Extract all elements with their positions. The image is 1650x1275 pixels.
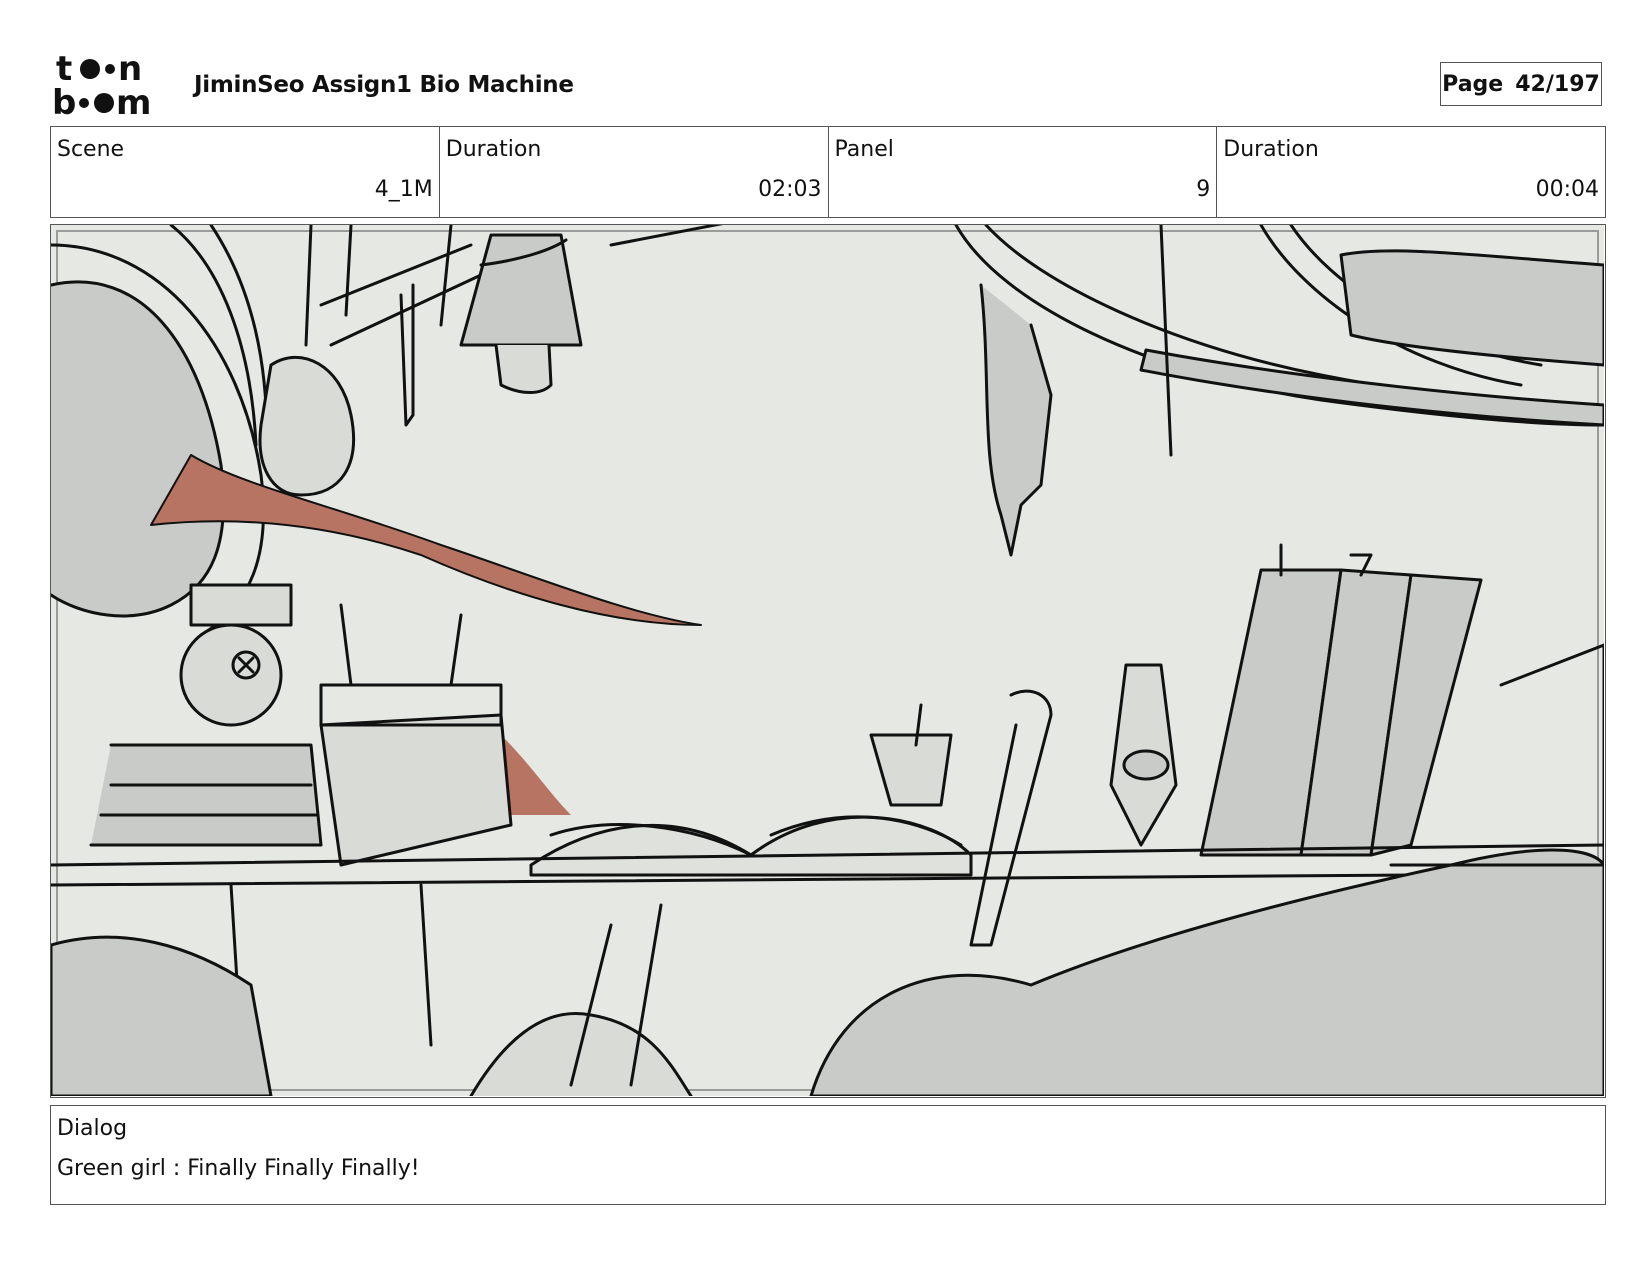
panel-value: 9	[1196, 177, 1211, 202]
storyboard-panel	[50, 224, 1606, 1098]
panel-duration-cell: Duration 00:04	[1217, 127, 1605, 217]
storyboard-sketch-image	[51, 225, 1604, 1096]
panel-cell: Panel 9	[829, 127, 1218, 217]
page-number: 42/197	[1515, 71, 1600, 97]
scene-info-row: Scene 4_1M Duration 02:03 Panel 9 Durati…	[50, 126, 1606, 218]
scene-cell: Scene 4_1M	[51, 127, 440, 217]
dialog-text: Green girl : Finally Finally Finally!	[57, 1156, 420, 1181]
svg-text:m: m	[116, 83, 151, 118]
scene-value: 4_1M	[374, 177, 433, 202]
scene-label: Scene	[57, 137, 125, 162]
dialog-box: Dialog Green girl : Finally Finally Fina…	[50, 1105, 1606, 1205]
scene-duration-label: Duration	[445, 137, 542, 162]
project-title: JiminSeo Assign1 Bio Machine	[194, 72, 574, 98]
panel-duration-label: Duration	[1223, 137, 1319, 162]
page-label: Page	[1442, 71, 1504, 97]
toonboom-logo-icon: t n b m	[52, 49, 170, 123]
panel-label: Panel	[834, 137, 894, 162]
scene-duration-value: 02:03	[758, 177, 822, 202]
dialog-label: Dialog	[57, 1116, 128, 1141]
panel-duration-value: 00:04	[1535, 177, 1599, 202]
svg-text:b: b	[52, 83, 76, 118]
page-indicator: Page 42/197	[1440, 62, 1602, 106]
scene-duration-cell: Duration 02:03	[440, 127, 829, 217]
